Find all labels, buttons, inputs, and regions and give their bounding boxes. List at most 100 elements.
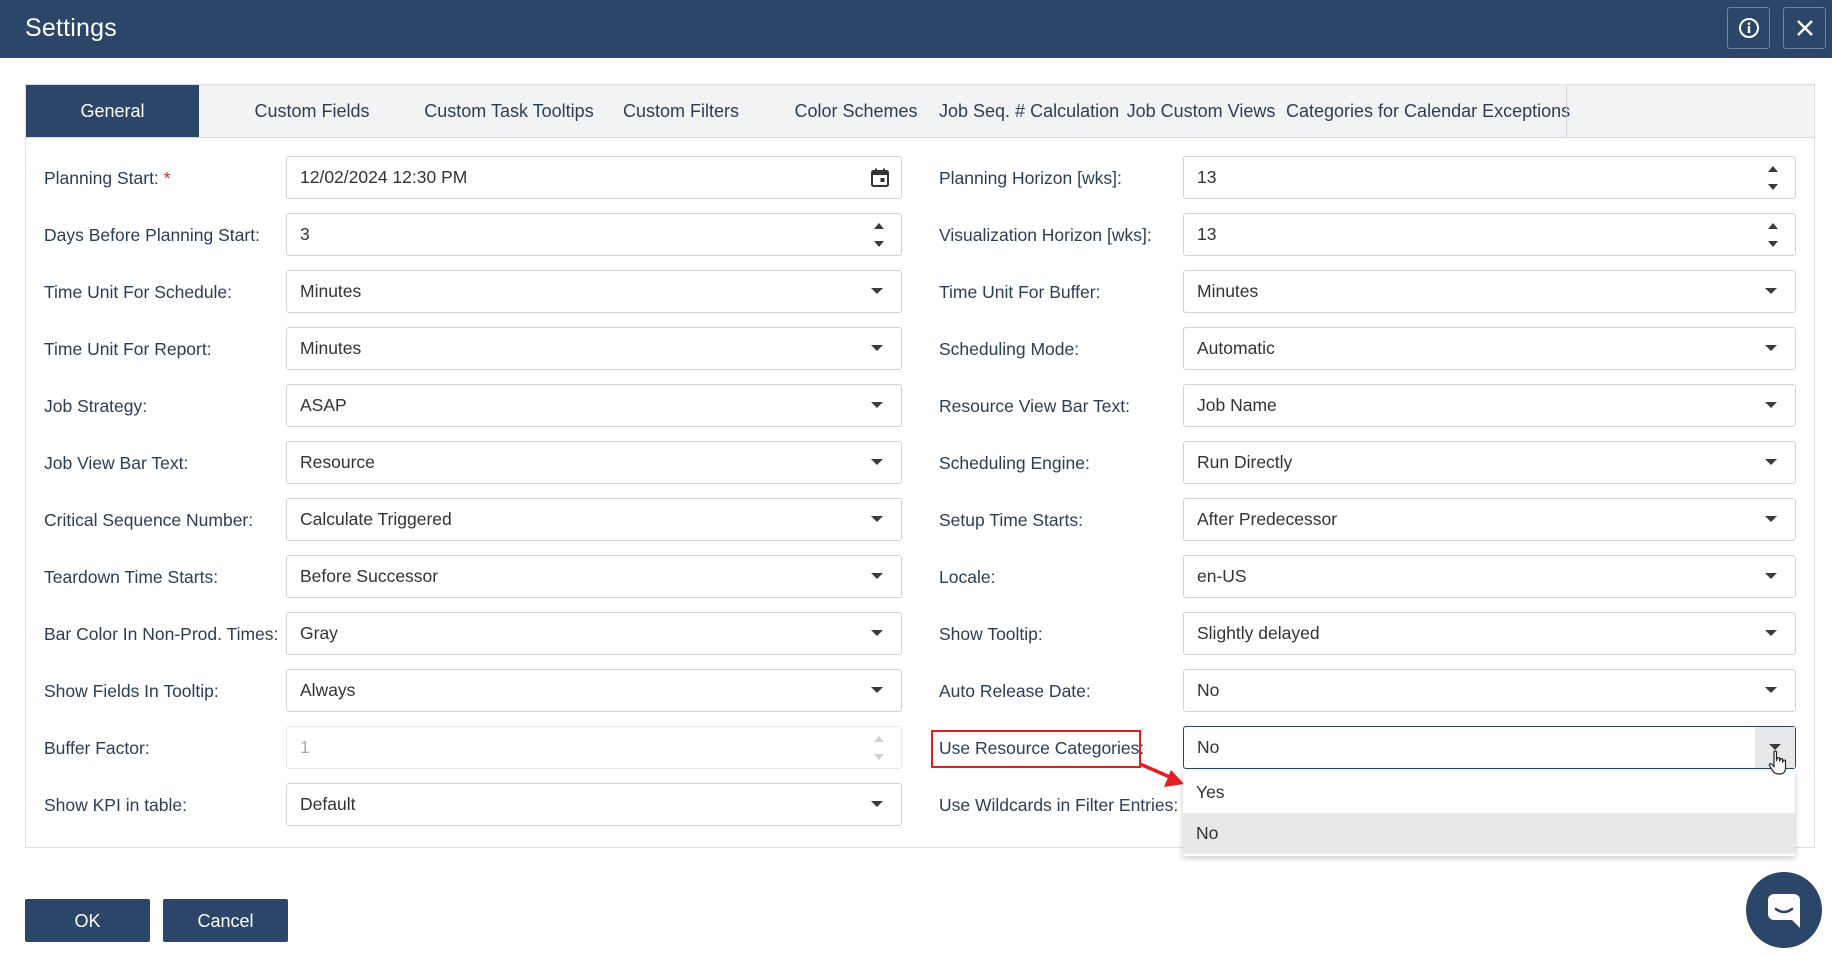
hand-cursor-icon [1768,750,1787,775]
teardown-select[interactable]: Before Successor [286,555,902,598]
auto-release-label: Auto Release Date: [939,681,1091,701]
scheduling-engine-select[interactable]: Run Directly [1183,441,1796,484]
tab-custom-task-tooltips[interactable]: Custom Task Tooltips [409,85,609,137]
chevron-down-icon[interactable] [1768,184,1778,190]
chevron-up-icon [874,736,884,742]
dropdown-option-no[interactable]: No [1183,813,1795,854]
setup-time-label: Setup Time Starts: [939,510,1083,530]
caret-down-icon [871,459,883,465]
chevron-down-icon[interactable] [874,241,884,247]
days-before-input[interactable]: 3 [286,213,902,256]
dropdown-list: Yes No [1183,770,1795,856]
show-kpi-label: Show KPI in table: [44,795,187,815]
show-tooltip-select[interactable]: Slightly delayed [1183,612,1796,655]
caret-down-icon [1765,687,1777,693]
caret-down-icon [1765,288,1777,294]
close-button[interactable] [1783,7,1826,49]
spinner[interactable] [874,221,886,249]
chevron-up-icon[interactable] [1768,223,1778,229]
scheduling-engine-label: Scheduling Engine: [939,453,1090,473]
locale-select[interactable]: en-US [1183,555,1796,598]
job-strategy-select[interactable]: ASAP [286,384,902,427]
bar-color-label: Bar Color In Non-Prod. Times: [44,624,279,644]
chevron-up-icon[interactable] [874,223,884,229]
tab-bar: General Custom Fields Custom Task Toolti… [25,84,1815,138]
auto-release-select[interactable]: No [1183,669,1796,712]
caret-down-icon [871,573,883,579]
time-unit-buffer-select[interactable]: Minutes [1183,270,1796,313]
buffer-factor-input: 1 [286,726,902,769]
show-fields-label: Show Fields In Tooltip: [44,681,219,701]
scheduling-mode-select[interactable]: Automatic [1183,327,1796,370]
job-view-bar-text-label: Job View Bar Text: [44,453,189,473]
tab-color-schemes[interactable]: Color Schemes [776,85,936,137]
tab-custom-fields[interactable]: Custom Fields [231,85,393,137]
planning-start-label: Planning Start: * [44,168,171,188]
time-unit-report-label: Time Unit For Report: [44,339,212,359]
info-circle-icon [1738,18,1759,38]
job-view-bar-text-select[interactable]: Resource [286,441,902,484]
chat-widget-button[interactable] [1746,872,1822,948]
planning-start-input[interactable]: 12/02/2024 12:30 PM [286,156,902,199]
cancel-button[interactable]: Cancel [163,899,288,942]
critical-seq-select[interactable]: Calculate Triggered [286,498,902,541]
days-before-label: Days Before Planning Start: [44,225,260,245]
bar-color-select[interactable]: Gray [286,612,902,655]
caret-down-icon [871,516,883,522]
caret-down-icon [871,687,883,693]
show-tooltip-label: Show Tooltip: [939,624,1043,644]
tab-general[interactable]: General [26,85,199,137]
time-unit-schedule-label: Time Unit For Schedule: [44,282,233,302]
window-title: Settings [25,14,117,42]
time-unit-schedule-select[interactable]: Minutes [286,270,902,313]
caret-down-icon [1765,459,1777,465]
planning-horizon-input[interactable]: 13 [1183,156,1796,199]
close-icon [1796,20,1813,36]
caret-down-icon [871,630,883,636]
planning-horizon-label: Planning Horizon [wks]: [939,168,1122,188]
tab-custom-filters[interactable]: Custom Filters [606,85,756,137]
dropdown-option-yes[interactable]: Yes [1183,772,1795,813]
use-resource-categories-select[interactable]: No [1183,726,1796,769]
buffer-factor-label: Buffer Factor: [44,738,150,758]
caret-down-icon [871,801,883,807]
caret-down-icon [1765,573,1777,579]
time-unit-buffer-label: Time Unit For Buffer: [939,282,1101,302]
setup-time-select[interactable]: After Predecessor [1183,498,1796,541]
resource-view-bar-select[interactable]: Job Name [1183,384,1796,427]
caret-down-icon [871,345,883,351]
critical-seq-label: Critical Sequence Number: [44,510,254,530]
annotation-highlight-box [931,730,1141,768]
visualization-horizon-label: Visualization Horizon [wks]: [939,225,1152,245]
scheduling-mode-label: Scheduling Mode: [939,339,1080,359]
caret-down-icon [871,402,883,408]
title-bar: Settings [0,0,1832,58]
visualization-horizon-input[interactable]: 13 [1183,213,1796,256]
annotation-arrow-icon [1139,762,1184,787]
tab-job-seq-calculation[interactable]: Job Seq. # Calculation [939,85,1119,137]
spinner [874,734,886,762]
spinner[interactable] [1768,221,1780,249]
ok-button[interactable]: OK [25,899,150,942]
use-wildcards-label: Use Wildcards in Filter Entries: [939,795,1179,815]
chevron-up-icon[interactable] [1768,166,1778,172]
spinner[interactable] [1768,164,1780,192]
chevron-down-icon[interactable] [1768,241,1778,247]
time-unit-report-select[interactable]: Minutes [286,327,902,370]
caret-down-icon [1765,630,1777,636]
tab-categories-calendar-exceptions[interactable]: Categories for Calendar Exceptions [1286,85,1570,137]
teardown-label: Teardown Time Starts: [44,567,219,587]
locale-label: Locale: [939,567,996,587]
tab-job-custom-views[interactable]: Job Custom Views [1116,85,1286,137]
caret-down-icon [1765,345,1777,351]
show-kpi-select[interactable]: Default [286,783,902,826]
job-strategy-label: Job Strategy: [44,396,148,416]
chevron-down-icon [874,754,884,760]
info-button[interactable] [1727,7,1770,49]
show-fields-select[interactable]: Always [286,669,902,712]
caret-down-icon [1765,402,1777,408]
calendar-icon[interactable] [871,168,889,187]
caret-down-icon [871,288,883,294]
resource-view-bar-label: Resource View Bar Text: [939,396,1130,416]
tab-separator [1566,85,1567,137]
